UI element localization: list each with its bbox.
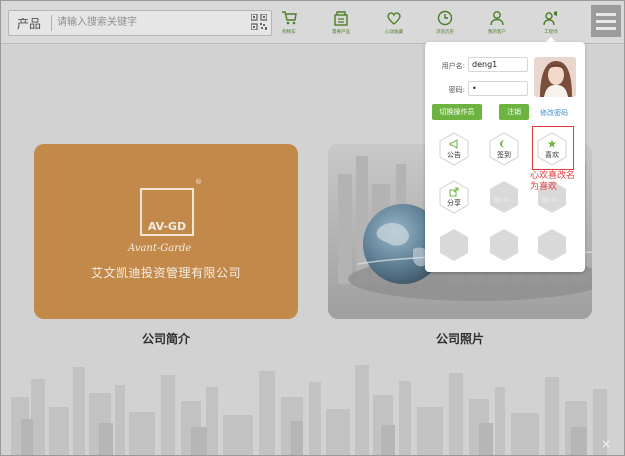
share-tile[interactable]: 分享 [437,180,471,214]
building-icon [334,11,348,26]
avatar[interactable] [534,57,576,97]
disabled-tile [437,228,471,262]
username-label: 用户名: [441,62,465,70]
top-bar: 产品 购物车 需要产品 [1,1,624,44]
avatar-photo [534,57,576,97]
disabled-tile [535,228,569,262]
search-category[interactable]: 产品 [17,15,41,32]
nav-favorites[interactable]: 心动收藏 [372,10,416,40]
tile-label: 签到 [497,151,511,159]
announcement-tile[interactable]: 公告 [437,132,471,166]
checkin-tile[interactable]: 签到 [487,132,521,166]
nav-history[interactable]: 浏览历史 [423,10,467,40]
nav-history-label: 浏览历史 [435,29,454,35]
nav-cart[interactable]: 购物车 [267,10,311,40]
search-input[interactable] [57,14,247,30]
nav-customers-label: 我的客户 [487,29,506,35]
annotation-note: 心欢喜改名为喜欢 [530,171,576,192]
company-photos-caption: 公司照片 [435,332,484,346]
disabled-tile: 施工中... [487,180,521,214]
disabled-tile [487,228,521,262]
close-icon[interactable]: × [601,437,611,451]
menu-line-icon [596,20,616,23]
share-icon [449,187,459,197]
logo-script-text: Avant-Garde [128,243,192,254]
moon-icon [500,140,505,148]
logout-button[interactable]: 注销 [499,104,529,120]
tile-label: 公告 [447,151,461,159]
company-name: 艾文凯迪投资管理有限公司 [90,266,241,280]
clock-icon [437,10,453,26]
company-intro-caption: 公司简介 [141,332,190,346]
logo-text: AV-GD [147,220,187,233]
nav-products-label: 需要产品 [331,29,350,35]
search-bar: 产品 [8,10,272,36]
nav-engineer-label: 工程师 [544,29,558,35]
nav-customers[interactable]: 我的客户 [475,10,519,40]
hamburger-menu-button[interactable] [591,5,621,37]
tile-label: 施工中... [542,198,562,204]
password-field[interactable] [468,81,528,96]
tile-label: 分享 [447,199,461,207]
user-speaker-icon [543,11,557,26]
city-skyline-background [1,357,624,455]
change-password-link[interactable]: 修改密码 [540,108,568,118]
nav-favorites-label: 心动收藏 [384,29,403,35]
cart-icon [282,11,297,25]
menu-line-icon [596,13,616,16]
company-intro-card[interactable]: AV-GD ® Avant-Garde 艾文凯迪投资管理有限公司 [34,144,298,319]
nav-cart-label: 购物车 [282,29,296,35]
nav-engineer[interactable]: 工程师 [529,10,573,40]
heart-icon [387,12,401,25]
user-icon [490,11,504,26]
nav-products[interactable]: 需要产品 [319,10,363,40]
switch-operator-button[interactable]: 切换操作员 [432,104,482,120]
logo-registered-mark: ® [195,178,202,186]
tile-label: 施工中... [494,198,514,204]
megaphone-icon [449,139,458,149]
user-account-popup: 用户名: 密码: 切换操作员 注销 修改密码 公告 签到 喜欢 分享 [425,42,585,272]
highlight-box [532,126,574,170]
username-field[interactable] [468,57,528,72]
password-label: 密码: [448,86,465,94]
menu-line-icon [596,27,616,30]
qr-code-icon[interactable] [251,14,267,30]
search-divider [51,15,52,31]
